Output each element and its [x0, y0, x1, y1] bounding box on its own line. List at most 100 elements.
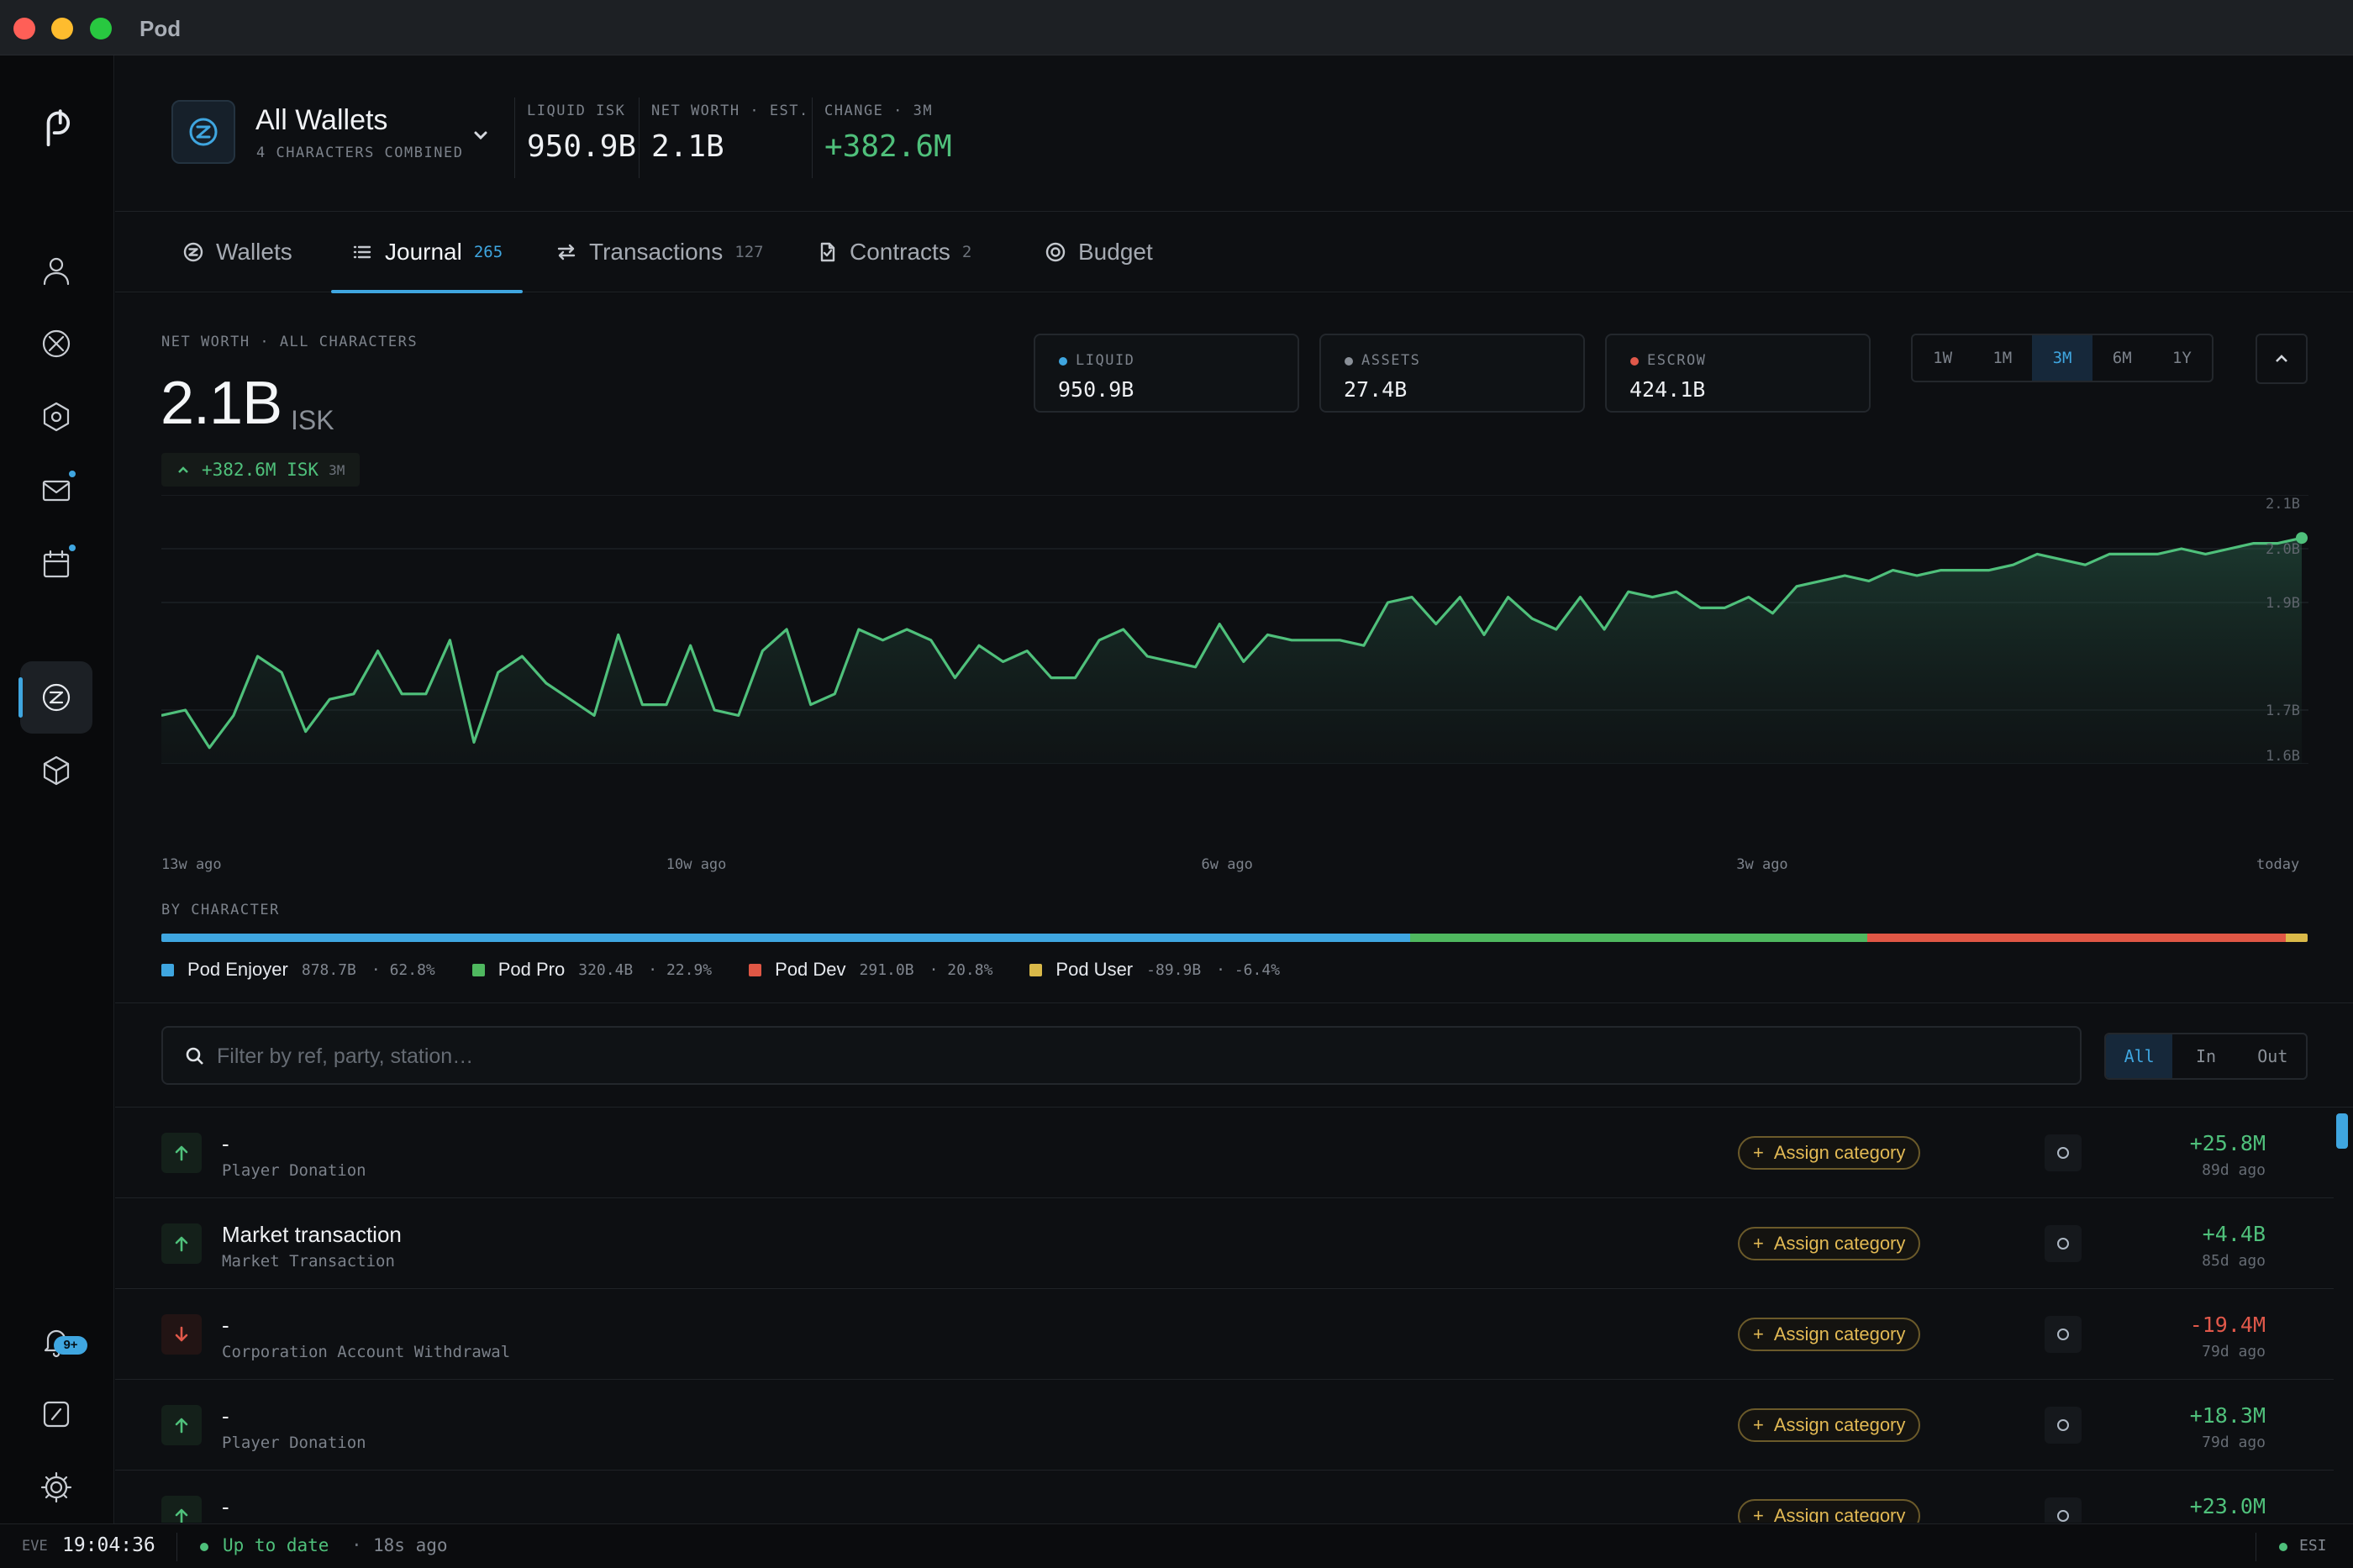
card-value: 424.1B — [1629, 377, 1706, 402]
journal-list: - Player Donation + Assign category +25.8M 89… — [115, 1107, 2353, 1523]
journal-row[interactable]: - Corporation Account Withdrawal + Assign c… — [115, 1289, 2334, 1380]
assign-category-button[interactable]: + Assign category — [1738, 1227, 1921, 1260]
dashboard-icon[interactable] — [20, 1378, 92, 1450]
section-divider — [115, 1002, 2353, 1003]
status-separator: · — [351, 1535, 362, 1555]
filter-input[interactable] — [217, 1036, 2066, 1076]
legend-item[interactable]: Pod User -89.9B · -6.4% — [1029, 959, 1280, 981]
legend-value: 291.0B — [859, 960, 914, 979]
stat-net-worth: NET WORTH · EST. 2.1B — [639, 97, 809, 178]
status-icon[interactable] — [2045, 1407, 2082, 1444]
assign-category-button[interactable]: + Assign category — [1738, 1408, 1921, 1442]
stat-liquid-isk: LIQUID ISK 950.9B — [514, 97, 636, 178]
status-icon[interactable] — [2045, 1497, 2082, 1523]
assets-dot — [1345, 357, 1353, 366]
wallet-header: All Wallets 4 CHARACTERS COMBINED LIQUID… — [115, 55, 2353, 212]
tab-journal[interactable]: Journal 265 — [331, 212, 524, 293]
scroll-thumb[interactable] — [2336, 1113, 2348, 1149]
esi-status-dot — [2279, 1543, 2287, 1551]
arrow-up-icon — [161, 1223, 202, 1264]
legend-item[interactable]: Pod Enjoyer 878.7B · 62.8% — [161, 959, 435, 981]
skills-icon[interactable] — [20, 381, 92, 453]
assign-label: Assign category — [1773, 1323, 1906, 1344]
range-1m-button[interactable]: 1M — [1972, 335, 2032, 381]
plus-icon: + — [1753, 1142, 1764, 1163]
legend-item[interactable]: Pod Dev 291.0B · 20.8% — [749, 959, 992, 981]
assign-category-button[interactable]: + Assign category — [1738, 1318, 1921, 1351]
status-icon[interactable] — [2045, 1225, 2082, 1262]
stat-value: +382.6M — [824, 129, 952, 164]
legend-value: -89.9B — [1146, 960, 1202, 979]
assign-label: Assign category — [1773, 1505, 1906, 1523]
y-tick-label: 1.7B — [2266, 702, 2300, 719]
stat-value: 2.1B — [651, 129, 724, 164]
corporation-icon[interactable] — [20, 308, 92, 380]
legend-percent: · 62.8% — [371, 960, 435, 979]
wallet-icon[interactable] — [20, 661, 92, 734]
esi-status: ESI — [2299, 1537, 2327, 1555]
assets-icon[interactable] — [20, 734, 92, 807]
pod-logo-icon[interactable] — [20, 91, 92, 163]
assign-label: Assign category — [1773, 1233, 1906, 1254]
zoom-window-button[interactable] — [90, 18, 112, 39]
close-window-button[interactable] — [13, 18, 35, 39]
tab-budget[interactable]: Budget — [1024, 212, 1173, 292]
character-legend: Pod Enjoyer 878.7B · 62.8% Pod Pro 320.4B · 2… — [161, 957, 1317, 982]
character-icon[interactable] — [20, 234, 92, 307]
arrow-up-icon — [161, 1405, 202, 1445]
collapse-chart-button[interactable] — [2256, 334, 2308, 384]
tab-wallets[interactable]: Wallets — [162, 212, 313, 292]
gear-icon[interactable] — [20, 1451, 92, 1523]
tab-count: 2 — [961, 243, 972, 261]
legend-value: 320.4B — [578, 960, 634, 979]
entry-amount: -19.4M — [2189, 1313, 2266, 1337]
calendar-icon[interactable] — [20, 529, 92, 601]
stat-label: NET WORTH · EST. — [651, 103, 809, 119]
range-3m-button[interactable]: 3M — [2032, 335, 2092, 381]
y-tick-label: 1.9B — [2266, 595, 2300, 612]
list-icon — [353, 245, 371, 259]
wallet-selector-name[interactable]: All Wallets — [255, 104, 387, 137]
card-value: 950.9B — [1058, 377, 1134, 402]
journal-row[interactable]: - Player Donation + Assign category +18.3M 79… — [115, 1380, 2334, 1471]
share-segment — [1410, 934, 1868, 942]
status-icon[interactable] — [2045, 1316, 2082, 1353]
filter-in-button[interactable]: In — [2172, 1034, 2239, 1078]
liquid-card: LIQUID 950.9B — [1034, 334, 1299, 413]
legend-value: 878.7B — [301, 960, 356, 979]
window-title: Pod — [139, 16, 182, 41]
escrow-card: ESCROW 424.1B — [1605, 334, 1871, 413]
plus-icon: + — [1753, 1233, 1764, 1254]
plus-icon: + — [1753, 1323, 1764, 1344]
net-worth-chart: 2.1B 2.0B 1.9B 1.7B 1.6B — [161, 495, 2308, 764]
filter-out-button[interactable]: Out — [2240, 1034, 2306, 1078]
journal-row[interactable]: - Player Donation + Assign category +25.8M 89… — [115, 1108, 2334, 1198]
tab-transactions[interactable]: Transactions 127 — [535, 212, 784, 292]
filter-all-button[interactable]: All — [2106, 1034, 2173, 1078]
range-6m-button[interactable]: 6M — [2092, 335, 2152, 381]
entry-title: - — [222, 1131, 229, 1156]
minimize-window-button[interactable] — [51, 18, 73, 39]
stat-value: 950.9B — [527, 129, 637, 164]
legend-name: Pod User — [1055, 959, 1134, 980]
mail-icon[interactable] — [20, 455, 92, 527]
app-rail: 9+ — [0, 55, 114, 1523]
range-1w-button[interactable]: 1W — [1913, 335, 1972, 381]
range-1y-button[interactable]: 1Y — [2152, 335, 2212, 381]
legend-item[interactable]: Pod Pro 320.4B · 22.9% — [471, 959, 712, 981]
assets-card: ASSETS 27.4B — [1319, 334, 1585, 413]
tab-contracts[interactable]: Contracts 2 — [796, 212, 992, 292]
tab-label: Budget — [1078, 239, 1153, 265]
entry-title: - — [222, 1494, 229, 1519]
assign-category-button[interactable]: + Assign category — [1738, 1136, 1921, 1170]
journal-row[interactable]: - + Assign category +23.0M — [115, 1471, 2334, 1523]
entry-amount: +18.3M — [2189, 1403, 2266, 1428]
change-value: +382.6M ISK — [202, 460, 319, 480]
status-icon[interactable] — [2045, 1134, 2082, 1171]
chevron-down-icon[interactable] — [468, 123, 493, 148]
journal-scrollbar[interactable] — [2334, 1107, 2349, 1523]
assign-category-button[interactable]: + Assign category — [1738, 1499, 1921, 1523]
journal-row[interactable]: Market transaction Market Transaction + Ass… — [115, 1198, 2334, 1289]
sync-status-dot — [200, 1543, 208, 1551]
y-tick-label: 2.1B — [2266, 496, 2300, 513]
